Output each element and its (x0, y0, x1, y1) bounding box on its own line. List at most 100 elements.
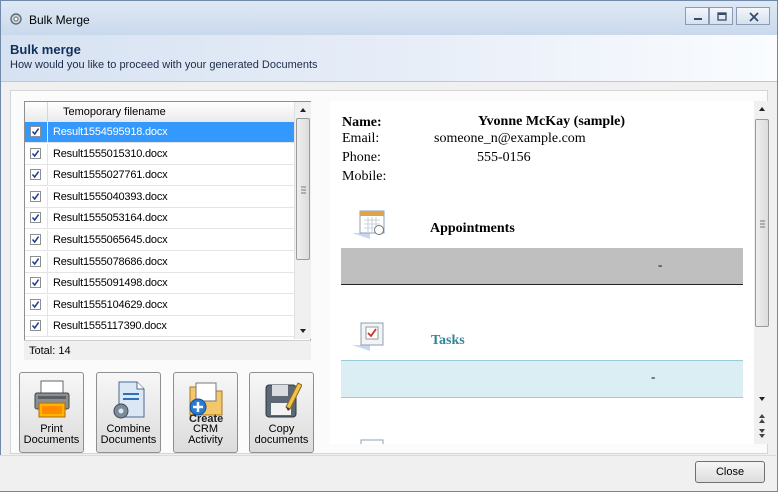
maximize-button[interactable] (709, 7, 733, 25)
row-separator (47, 294, 48, 316)
file-list-scrollbar[interactable] (294, 102, 311, 339)
preview-scroll-thumb[interactable] (755, 119, 769, 327)
print-label-line2: Documents (23, 434, 80, 446)
checkmark-icon (31, 257, 40, 265)
combine-documents-label: Combine Documents (97, 424, 160, 446)
file-name: Result1555053164.docx (53, 212, 168, 225)
file-row[interactable]: Result1555015310.docx (25, 143, 294, 165)
scroll-down-icon[interactable] (295, 323, 311, 339)
file-name: Result1555117390.docx (53, 320, 167, 333)
email-label: Email: (342, 131, 380, 146)
file-row[interactable]: Result1555078686.docx (25, 251, 294, 273)
email-value: someone_n@example.com (434, 131, 586, 146)
file-name: Result1555027761.docx (53, 169, 168, 182)
file-name: Result1555091498.docx (53, 277, 168, 290)
previous-page-icon[interactable] (754, 409, 770, 425)
footer-bar (0, 455, 776, 491)
print-documents-label: Print Documents (20, 424, 83, 446)
file-row[interactable]: Result1555053164.docx (25, 208, 294, 230)
title-bar: Bulk Merge (1, 1, 777, 35)
file-row[interactable]: Result1555065645.docx (25, 230, 294, 251)
copy-documents-button[interactable]: Copy documents (249, 372, 314, 453)
file-checkbox[interactable] (30, 320, 41, 332)
file-checkbox[interactable] (30, 277, 41, 289)
file-checkbox[interactable] (30, 147, 41, 159)
row-separator (47, 230, 48, 251)
create-crm-activity-button[interactable]: Create CRM Activity (173, 372, 238, 453)
file-checkbox[interactable] (30, 298, 41, 310)
file-checkbox[interactable] (30, 212, 41, 224)
header-subtitle: How would you like to proceed with your … (10, 59, 318, 71)
file-row[interactable]: Result1555091498.docx (25, 273, 294, 295)
minimize-icon (694, 18, 702, 20)
phone-value: 555-0156 (477, 150, 531, 165)
file-row[interactable]: Result1555117390.docx (25, 316, 294, 338)
maximize-icon (717, 12, 727, 21)
file-name: Result1554595918.docx (53, 126, 168, 138)
grip-icon (760, 220, 765, 228)
preview-scrollbar[interactable] (754, 101, 770, 444)
tasks-bar (341, 360, 743, 398)
window-title: Bulk Merge (29, 13, 90, 27)
header-banner: Bulk merge How would you like to proceed… (1, 35, 777, 82)
close-icon (749, 12, 759, 22)
row-separator (47, 143, 48, 165)
checkmark-icon (31, 279, 40, 287)
checkmark-icon (31, 214, 40, 222)
next-page-icon[interactable] (754, 426, 770, 442)
appointments-bar (341, 248, 743, 285)
checkmark-icon (31, 128, 40, 136)
copy-documents-label: Copy documents (250, 424, 313, 446)
file-checkbox[interactable] (30, 190, 41, 202)
row-separator (47, 165, 48, 187)
select-column-header[interactable] (25, 102, 48, 121)
row-separator (47, 208, 48, 230)
preview-scroll-down-icon[interactable] (754, 391, 770, 407)
tasks-title: Tasks (431, 333, 465, 348)
file-row[interactable]: Result1554595918.docx (25, 122, 294, 143)
crm-activity-label: CRM Activity (174, 424, 237, 446)
checkmark-icon (31, 300, 40, 308)
appointments-value: - (658, 257, 663, 272)
row-separator (47, 316, 48, 338)
minimize-button[interactable] (685, 7, 709, 25)
file-checkbox[interactable] (30, 169, 41, 181)
copy-label-line2: documents (254, 434, 309, 446)
file-name: Result1555065645.docx (53, 234, 168, 246)
row-separator (47, 186, 48, 208)
row-separator (47, 251, 48, 273)
file-checkbox[interactable] (30, 234, 41, 245)
file-row[interactable]: Result1555104629.docx (25, 294, 294, 316)
print-documents-button[interactable]: Print Documents (19, 372, 84, 453)
scroll-up-icon[interactable] (295, 102, 311, 118)
checkmark-icon (31, 192, 40, 200)
file-list: Temoporary filename Result1554595918.doc… (24, 101, 311, 360)
file-list-scroll-thumb[interactable] (296, 118, 310, 260)
close-button[interactable]: Close (695, 461, 765, 483)
combine-documents-button[interactable]: Combine Documents (96, 372, 161, 453)
file-row[interactable]: Result1555027761.docx (25, 165, 294, 187)
name-label: Name: (342, 115, 382, 130)
crm-label-line2: Activity (188, 434, 223, 446)
file-name: Result1555078686.docx (53, 255, 168, 268)
column-header-filename[interactable]: Temoporary filename (63, 106, 166, 118)
tasks-value: - (651, 369, 656, 384)
mobile-label: Mobile: (342, 169, 387, 184)
combine-documents-icon (113, 381, 145, 419)
preview-scroll-up-icon[interactable] (754, 101, 770, 117)
document-preview: Name: Yvonne McKay (sample) Email: someo… (330, 101, 754, 444)
row-separator (47, 122, 48, 143)
grip-icon (301, 186, 306, 194)
close-window-button[interactable] (736, 7, 770, 25)
name-value: Yvonne McKay (sample) (478, 114, 625, 129)
file-name: Result1555040393.docx (53, 190, 168, 203)
printer-icon (34, 380, 70, 418)
checkmark-icon (31, 149, 40, 157)
combine-label-line2: Documents (100, 434, 157, 446)
file-checkbox[interactable] (30, 255, 41, 267)
next-section-icon (360, 439, 384, 444)
file-list-header: Temoporary filename (25, 102, 294, 123)
resize-grip-icon: .:i (29, 345, 38, 357)
file-checkbox[interactable] (30, 126, 41, 137)
file-row[interactable]: Result1555040393.docx (25, 186, 294, 208)
